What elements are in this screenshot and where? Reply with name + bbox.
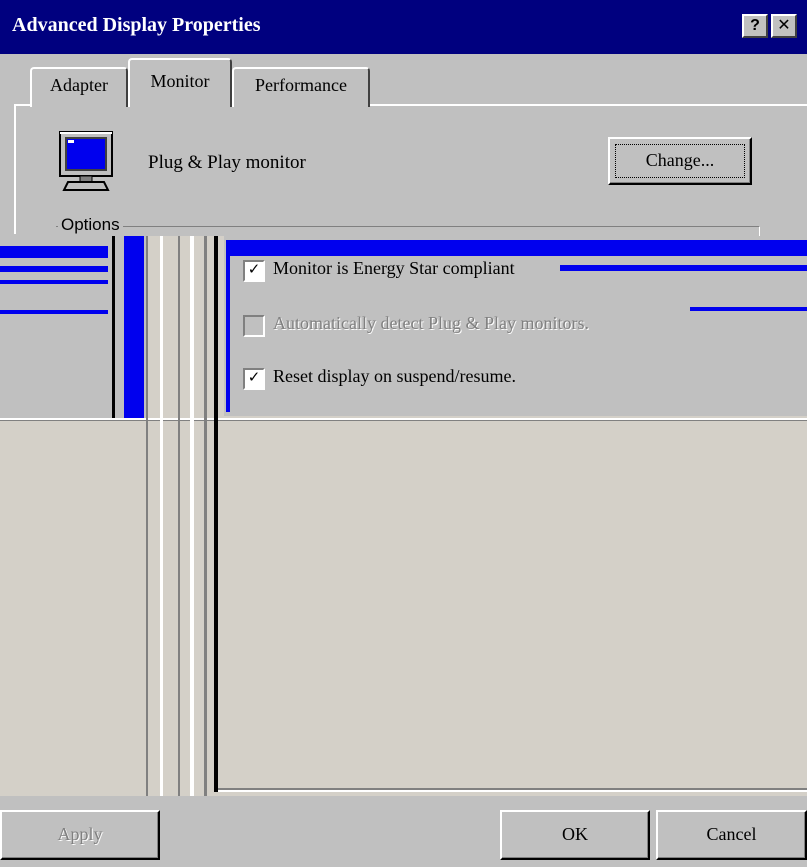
artifact-line xyxy=(0,420,807,421)
reset-display-label: Reset display on suspend/resume. xyxy=(273,366,516,386)
artifact-stripe xyxy=(0,280,108,284)
artifact-line xyxy=(204,236,207,796)
change-button[interactable]: Change... xyxy=(608,137,752,185)
artifact-stripe xyxy=(226,240,807,256)
window-title: Advanced Display Properties xyxy=(12,14,261,36)
artifact-stripe xyxy=(124,236,144,420)
artifact-line xyxy=(190,236,194,796)
auto-detect-label: Automatically detect Plug & Play monitor… xyxy=(273,313,589,333)
tab-monitor[interactable]: Monitor xyxy=(128,58,232,107)
artifact-stripe xyxy=(690,307,807,311)
close-button[interactable]: ✕ xyxy=(771,14,797,38)
artifact-stripe xyxy=(0,310,108,314)
artifact-line xyxy=(218,790,807,792)
artifact-stripe xyxy=(0,266,108,272)
tab-performance[interactable]: Performance xyxy=(232,67,370,107)
artifact-stripe xyxy=(560,265,807,271)
options-group-legend: Options xyxy=(58,215,123,235)
energy-star-label: Monitor is Energy Star compliant xyxy=(273,258,515,278)
cancel-button[interactable]: Cancel xyxy=(656,810,807,860)
artifact-line xyxy=(160,236,163,796)
apply-button[interactable]: Apply xyxy=(0,810,160,860)
help-button[interactable]: ? xyxy=(742,14,768,38)
artifact-line xyxy=(214,236,218,792)
artifact-line xyxy=(112,236,115,420)
monitor-icon xyxy=(58,130,114,194)
ok-button[interactable]: OK xyxy=(500,810,650,860)
artifact-stripe xyxy=(0,246,108,258)
artifact-line xyxy=(178,236,180,796)
artifact-line xyxy=(146,236,148,796)
focus-rectangle xyxy=(615,144,745,178)
artifact-stripe xyxy=(226,240,230,412)
tab-adapter[interactable]: Adapter xyxy=(30,67,128,107)
checkbox-checked-icon[interactable]: ✓ xyxy=(243,260,265,282)
checkbox-checked-icon[interactable]: ✓ xyxy=(243,368,265,390)
monitor-name: Plug & Play monitor xyxy=(148,152,306,173)
checkbox-unchecked-icon[interactable] xyxy=(243,315,265,337)
